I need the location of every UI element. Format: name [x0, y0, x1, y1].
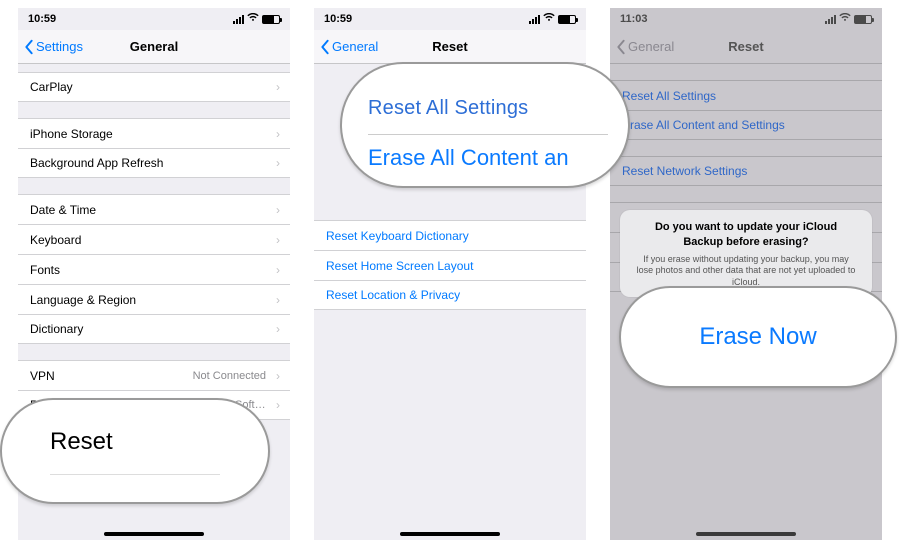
nav-bar: General Reset — [610, 30, 882, 64]
row-reset-network-settings[interactable]: Reset Network Settings — [610, 156, 882, 186]
nav-title: Reset — [728, 39, 763, 54]
screenshot-erase-prompt: 11:03 General Reset Reset All Settings E… — [610, 8, 882, 540]
row-vpn[interactable]: VPNNot Connected› — [18, 360, 290, 390]
wifi-icon — [839, 13, 851, 25]
nav-title: General — [130, 39, 178, 54]
back-button[interactable]: General — [320, 30, 378, 63]
chevron-right-icon: › — [276, 293, 280, 307]
row-profile[interactable]: ProfileiOS 13 & iPadOS 13 Beta Software … — [18, 390, 290, 420]
chevron-right-icon: › — [276, 233, 280, 247]
row-reset-keyboard-dictionary[interactable]: Reset Keyboard Dictionary — [314, 220, 586, 250]
battery-icon — [854, 15, 872, 24]
row-fonts[interactable]: Fonts› — [18, 254, 290, 284]
row-carplay[interactable]: CarPlay› — [18, 72, 290, 102]
chevron-right-icon: › — [276, 263, 280, 277]
battery-icon — [262, 15, 280, 24]
home-indicator — [696, 532, 796, 536]
back-button[interactable]: Settings — [24, 30, 83, 63]
home-indicator — [104, 532, 204, 536]
chevron-right-icon: › — [276, 398, 280, 412]
status-bar: 10:59 — [314, 8, 586, 30]
nav-title: Reset — [432, 39, 467, 54]
row-erase-all-content[interactable]: Erase All Content and Settings — [610, 110, 882, 140]
status-bar: 10:59 — [18, 8, 290, 30]
row-reset-all-settings[interactable]: Reset All Settings — [610, 80, 882, 110]
battery-icon — [558, 15, 576, 24]
row-bg-app-refresh[interactable]: Background App Refresh› — [18, 148, 290, 178]
screenshot-general-settings: 10:59 Settings General CarPlay› iPhone S… — [18, 8, 290, 540]
cellular-icon — [529, 15, 540, 24]
wifi-icon — [247, 13, 259, 25]
home-indicator — [400, 532, 500, 536]
status-time: 10:59 — [324, 13, 352, 25]
row-iphone-storage[interactable]: iPhone Storage› — [18, 118, 290, 148]
nav-bar: Settings General — [18, 30, 290, 64]
status-time: 10:59 — [28, 13, 56, 25]
back-label: General — [628, 39, 674, 54]
chevron-right-icon: › — [276, 156, 280, 170]
profile-subtitle: iOS 13 & iPadOS 13 Beta Software Pr... — [106, 399, 266, 411]
row-dictionary[interactable]: Dictionary› — [18, 314, 290, 344]
back-button[interactable]: General — [616, 30, 674, 63]
alert-title: Do you want to update your iCloud Backup… — [634, 220, 858, 250]
row-reset-location-privacy[interactable]: Reset Location & Privacy — [314, 280, 586, 310]
wifi-icon — [543, 13, 555, 25]
alert-message: If you erase without updating your backu… — [634, 254, 858, 289]
row-keyboard[interactable]: Keyboard› — [18, 224, 290, 254]
row-language-region[interactable]: Language & Region› — [18, 284, 290, 314]
row-date-time[interactable]: Date & Time› — [18, 194, 290, 224]
chevron-right-icon: › — [276, 369, 280, 383]
chevron-right-icon: › — [276, 80, 280, 94]
icloud-backup-alert: Do you want to update your iCloud Backup… — [620, 210, 872, 297]
chevron-right-icon: › — [276, 322, 280, 336]
nav-bar: General Reset — [314, 30, 586, 64]
back-label: Settings — [36, 39, 83, 54]
cellular-icon — [825, 15, 836, 24]
cellular-icon — [233, 15, 244, 24]
status-time: 11:03 — [620, 13, 648, 25]
chevron-right-icon: › — [276, 127, 280, 141]
row-reset-home-screen-layout[interactable]: Reset Home Screen Layout — [314, 250, 586, 280]
chevron-right-icon: › — [276, 203, 280, 217]
vpn-status: Not Connected — [193, 370, 266, 382]
status-bar: 11:03 — [610, 8, 882, 30]
screenshot-reset-list: 10:59 General Reset Reset Keyboard Dicti… — [314, 8, 586, 540]
back-label: General — [332, 39, 378, 54]
